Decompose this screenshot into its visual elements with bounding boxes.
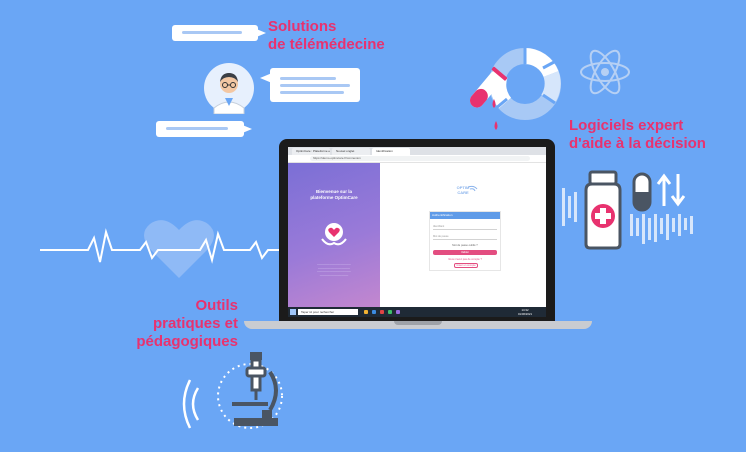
browser-tab-1[interactable]: OptimCare : Plateforme e-santé bbox=[292, 148, 330, 155]
taskbar-app-icon[interactable] bbox=[396, 310, 400, 314]
browser-address-bar: https://demo.optimcare.fr/connexion bbox=[288, 155, 546, 163]
welcome-title: Bienvenue sur la plateforme OptimCare bbox=[294, 189, 374, 201]
taskbar-clock: 14:32 01/06/2021 bbox=[518, 308, 532, 316]
chat-bubble-tail-right bbox=[260, 73, 272, 83]
laptop-screen: OptimCare : Plateforme e-santé Nouvel on… bbox=[288, 147, 546, 317]
windows-taskbar: Taper ici pour rechercher 14:32 01/06/20… bbox=[288, 307, 546, 317]
taskbar-app-icon[interactable] bbox=[364, 310, 368, 314]
tools-title-line2: pratiques et bbox=[152, 315, 238, 332]
taskbar-app-icon[interactable] bbox=[380, 310, 384, 314]
windows-start-icon[interactable] bbox=[290, 309, 296, 315]
chat-bubble-right bbox=[270, 68, 360, 102]
sort-arrows-icon bbox=[656, 173, 686, 207]
welcome-title-line2: plateforme OptimCare bbox=[310, 195, 358, 200]
chat-bubble-bottom bbox=[156, 121, 244, 137]
login-button[interactable]: Valider bbox=[433, 250, 497, 255]
browser-tab-2[interactable]: Nouvel onglet bbox=[332, 148, 370, 155]
password-field[interactable]: Mot de passe bbox=[433, 234, 497, 240]
sound-waves-icon bbox=[182, 379, 200, 429]
url-field[interactable]: https://demo.optimcare.fr/connexion bbox=[310, 156, 530, 161]
logo-line2: CARE bbox=[457, 190, 469, 195]
decision-title-line1: Logiciels expert bbox=[569, 117, 684, 134]
browser-tabbar: OptimCare : Plateforme e-santé Nouvel on… bbox=[288, 147, 546, 155]
forgot-password-link[interactable]: Mot de passe oublié ? bbox=[430, 244, 500, 247]
tools-title-line1: Outils bbox=[195, 297, 238, 314]
chat-bubble-tail-top bbox=[254, 28, 266, 38]
taskbar-search[interactable]: Taper ici pour rechercher bbox=[298, 309, 358, 315]
taskbar-date: 01/06/2021 bbox=[518, 312, 532, 316]
telemedicine-title-line1: Solutions bbox=[268, 18, 337, 35]
test-tube-icon bbox=[469, 66, 508, 130]
login-header: Authentification bbox=[430, 212, 500, 219]
medicine-bottle-icon bbox=[584, 170, 622, 250]
chat-bubble-tail-bottom bbox=[240, 124, 252, 134]
telemedicine-title-line2: de télémédecine bbox=[268, 36, 385, 53]
tools-title-line3: pédagogiques bbox=[136, 333, 238, 350]
pill-icon bbox=[632, 172, 652, 212]
optimcare-logo-text: OPTIM CARE bbox=[448, 185, 478, 195]
heartbeat-line bbox=[40, 228, 300, 264]
taskbar-app-icon[interactable] bbox=[372, 310, 376, 314]
username-field[interactable]: Identifiant bbox=[433, 224, 497, 230]
login-card: Authentification Identifiant Mot de pass… bbox=[429, 211, 501, 271]
atom-icon bbox=[580, 49, 630, 95]
chat-bubble-top bbox=[172, 25, 258, 41]
welcome-panel: Bienvenue sur la plateforme OptimCare ──… bbox=[288, 163, 380, 307]
decision-title-line2: d'aide à la décision bbox=[569, 135, 706, 152]
taskbar-app-icon[interactable] bbox=[388, 310, 392, 314]
microscope-icon bbox=[217, 352, 283, 429]
care-hands-icon bbox=[321, 223, 347, 246]
telemedicine-title: Solutions de télémédecine bbox=[268, 18, 385, 54]
browser-tab-3[interactable]: Identification bbox=[372, 148, 410, 155]
create-account-link[interactable]: Créer un compte bbox=[454, 263, 478, 268]
laptop-notch bbox=[394, 321, 442, 325]
tools-title: Outils pratiques et pédagogiques bbox=[130, 297, 238, 351]
welcome-description: ─────────────────── ────────────────── ───… bbox=[317, 263, 351, 277]
no-account-text: Vous n'avez pas de compte ? bbox=[448, 258, 482, 261]
decision-title: Logiciels expert d'aide à la décision bbox=[569, 117, 706, 153]
doctor-avatar-icon bbox=[203, 62, 255, 115]
